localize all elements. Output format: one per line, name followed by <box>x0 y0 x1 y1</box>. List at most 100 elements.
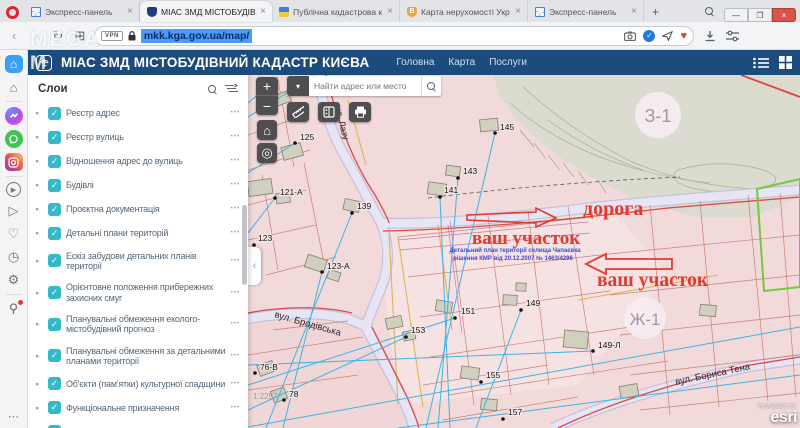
layer-checkbox[interactable]: ✓ <box>48 179 61 192</box>
layer-row-admin-districts[interactable]: ▸✓Адміністративні райони у містах••• <box>36 420 240 428</box>
layer-checkbox[interactable]: ✓ <box>48 377 61 390</box>
layer-options-icon[interactable]: ••• <box>231 321 240 327</box>
expand-caret-icon[interactable]: ▸ <box>36 157 43 165</box>
snapshot-camera-icon[interactable] <box>624 31 636 41</box>
search-go-button[interactable] <box>421 76 441 96</box>
legend-tool-button[interactable] <box>318 102 340 122</box>
layer-row-eco-limits[interactable]: ▸✓Планувальні обмеження еколого-містобуд… <box>36 308 240 340</box>
panel-collapse-handle[interactable]: ‹ <box>248 247 261 285</box>
expand-caret-icon[interactable]: ▸ <box>36 109 43 117</box>
history-clock-icon[interactable]: ◷ <box>5 248 23 266</box>
apps-grid-icon[interactable] <box>779 56 792 69</box>
layer-search-icon[interactable] <box>208 85 217 94</box>
new-tab-button[interactable]: + <box>644 5 667 22</box>
layer-options-icon[interactable]: ••• <box>231 258 240 264</box>
layer-checkbox[interactable]: ✓ <box>48 349 61 362</box>
tab-mias-active[interactable]: МІАС ЗМД МІСТОБУДІВНИЙ × <box>140 1 272 22</box>
layer-row-heritage[interactable]: ▸✓Об'єкти (пам'ятки) культурної спадщини… <box>36 372 240 396</box>
tab-close-icon[interactable]: × <box>259 6 267 17</box>
settings-sliders-icon[interactable] <box>726 30 739 42</box>
bookmark-heart-icon[interactable]: ♥ <box>680 30 687 42</box>
menu-services[interactable]: Послуги <box>489 57 527 68</box>
window-close-button[interactable]: × <box>772 8 796 22</box>
opera-logo-icon[interactable] <box>6 6 19 19</box>
layer-row-detail-plans[interactable]: ▸✓Детальні плани територій••• <box>36 221 240 245</box>
layer-row-streets[interactable]: ▸✓Реєстр вулиць••• <box>36 125 240 149</box>
layer-filter-icon[interactable] <box>225 84 238 94</box>
cadastre-map[interactable]: З-1 Ж-1 вул. Лазу вул. Бродівська вул. Б… <box>248 75 800 428</box>
back-button[interactable]: ‹ <box>6 28 22 43</box>
tab-close-icon[interactable]: × <box>514 6 522 17</box>
layer-options-icon[interactable]: ••• <box>231 134 240 140</box>
layer-options-icon[interactable]: ••• <box>231 353 240 359</box>
measure-tool-button[interactable] <box>287 102 309 122</box>
layer-checkbox[interactable]: ✓ <box>48 203 61 216</box>
menu-home[interactable]: Головна <box>396 57 434 68</box>
tab-search-icon[interactable] <box>695 7 724 22</box>
reload-button[interactable]: ↻ <box>50 28 66 44</box>
zoom-out-button[interactable]: − <box>256 96 278 115</box>
layer-row-project-doc[interactable]: ▸✓Проєктна документація••• <box>36 197 240 221</box>
layer-checkbox[interactable]: ✓ <box>48 286 61 299</box>
layer-row-addresses[interactable]: ▸✓Реєстр адрес••• <box>36 101 240 125</box>
url-text[interactable]: mkk.kga.gov.ua/map/ <box>141 29 252 43</box>
layer-options-icon[interactable]: ••• <box>231 405 240 411</box>
home-extent-button[interactable]: ⌂ <box>257 120 277 140</box>
expand-caret-icon[interactable]: ▸ <box>36 229 43 237</box>
settings-gear-icon[interactable]: ⚙ <box>5 271 23 289</box>
layer-options-icon[interactable]: ••• <box>231 110 240 116</box>
expand-caret-icon[interactable]: ▸ <box>36 352 43 360</box>
window-maximize-button[interactable]: ❐ <box>748 8 772 22</box>
search-dropdown-button[interactable]: ▾ <box>287 76 309 96</box>
downloads-icon[interactable] <box>704 30 716 42</box>
instagram-icon[interactable] <box>5 153 23 171</box>
locate-button[interactable]: ◎ <box>257 143 277 163</box>
layer-checkbox[interactable]: ✓ <box>48 318 61 331</box>
layer-row-coastal[interactable]: ▸✓Орієнтовне положення прибережних захис… <box>36 277 240 309</box>
layer-options-icon[interactable]: ••• <box>231 290 240 296</box>
window-minimize-button[interactable]: — <box>724 8 748 22</box>
forward-button[interactable]: › <box>28 28 44 43</box>
expand-caret-icon[interactable]: ▸ <box>36 404 43 412</box>
layer-options-icon[interactable]: ••• <box>231 206 240 212</box>
expand-caret-icon[interactable]: ▸ <box>36 181 43 189</box>
speed-dial-home-icon[interactable]: ⌂ <box>5 55 23 73</box>
layer-options-icon[interactable]: ••• <box>231 158 240 164</box>
layer-checkbox[interactable]: ✓ <box>48 131 61 144</box>
whatsapp-icon[interactable] <box>5 130 23 148</box>
layer-row-addr-street[interactable]: ▸✓Відношення адрес до вулиць••• <box>36 149 240 173</box>
layer-options-icon[interactable]: ••• <box>231 381 240 387</box>
layer-checkbox[interactable]: ✓ <box>48 401 61 414</box>
pinboard-icon[interactable] <box>5 300 23 318</box>
my-flow-send-icon[interactable] <box>662 31 673 41</box>
expand-caret-icon[interactable]: ▸ <box>36 289 43 297</box>
layer-checkbox[interactable]: ✓ <box>48 227 61 240</box>
print-tool-button[interactable] <box>349 102 371 122</box>
zoom-in-button[interactable]: + <box>256 77 278 96</box>
panel-scrollbar-thumb[interactable] <box>242 205 247 285</box>
tab-express-panel-2[interactable]: Экспресс-панель × <box>528 1 644 22</box>
sidebar-more-icon[interactable]: ⋯ <box>5 407 23 425</box>
legend-list-icon[interactable] <box>753 57 769 69</box>
layer-row-functional[interactable]: ▸✓Функціональне призначення••• <box>36 396 240 420</box>
tab-close-icon[interactable]: × <box>386 6 394 17</box>
menu-map[interactable]: Карта <box>448 57 475 68</box>
vpn-badge[interactable]: VPN <box>101 31 123 41</box>
expand-caret-icon[interactable]: ▸ <box>36 380 43 388</box>
tab-close-icon[interactable]: × <box>630 6 638 17</box>
layer-row-plan-limits[interactable]: ▸✓Планувальні обмеження за детальними пл… <box>36 340 240 372</box>
expand-caret-icon[interactable]: ▸ <box>36 320 43 328</box>
map-search-input[interactable] <box>309 76 421 96</box>
messenger-icon[interactable] <box>5 107 23 125</box>
expand-caret-icon[interactable]: ▸ <box>36 257 43 265</box>
tab-real-estate-map[interactable]: B Карта нерухомості України × <box>400 1 528 22</box>
tab-express-panel-1[interactable]: Экспресс-панель × <box>24 1 140 22</box>
map-canvas[interactable]: З-1 Ж-1 вул. Лазу вул. Бродівська вул. Б… <box>248 75 800 428</box>
my-flow-icon[interactable]: ▷ <box>5 202 23 220</box>
start-page-icon[interactable]: ⌂ <box>5 78 23 96</box>
layer-checkbox[interactable]: ✓ <box>48 107 61 120</box>
expand-caret-icon[interactable]: ▸ <box>36 205 43 213</box>
layer-checkbox[interactable]: ✓ <box>48 254 61 267</box>
speed-dial-button[interactable]: ⊞ <box>72 28 88 44</box>
favorites-heart-icon[interactable]: ♡ <box>5 225 23 243</box>
